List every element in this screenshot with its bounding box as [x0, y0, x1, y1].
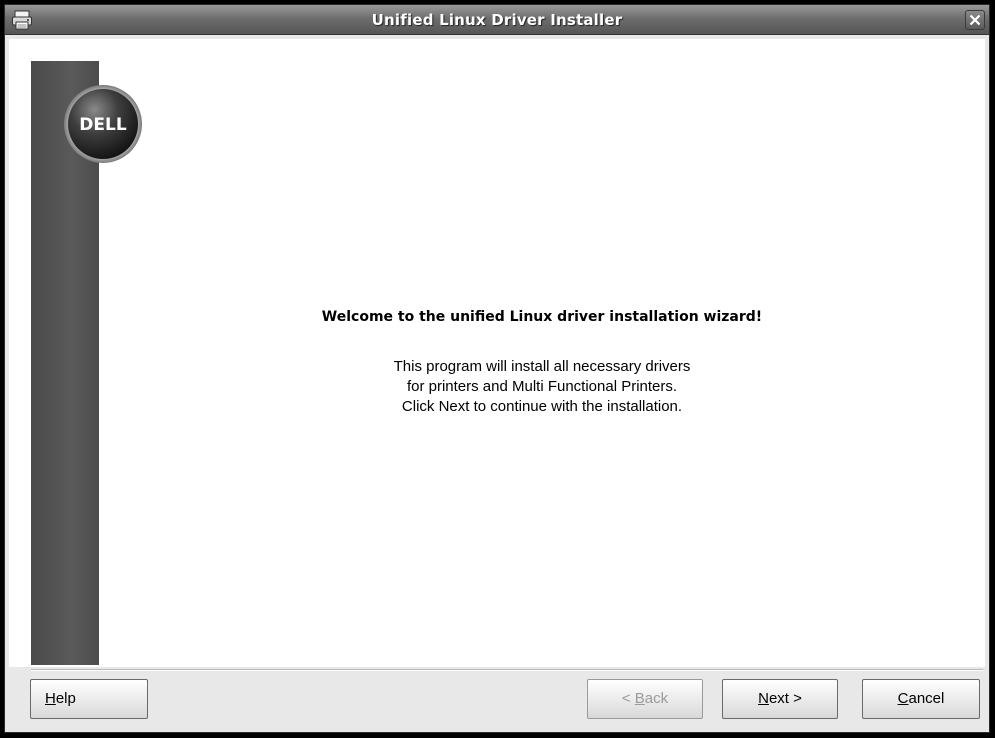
description-line: for printers and Multi Functional Printe… — [406, 378, 678, 395]
back-mnemonic: B — [634, 690, 645, 707]
wizard-panel: DELL Welcome to the unified Linux driver… — [9, 39, 985, 667]
close-button[interactable] — [965, 10, 985, 30]
window-title: Unified Linux Driver Installer — [371, 11, 623, 29]
next-button[interactable]: Next > — [722, 679, 838, 719]
help-mnemonic: H — [45, 690, 56, 707]
help-button[interactable]: Help — [30, 679, 148, 719]
back-label: ack — [644, 690, 669, 707]
button-separator — [31, 669, 983, 671]
welcome-heading: Welcome to the unified Linux driver inst… — [321, 309, 763, 325]
cancel-button[interactable]: Cancel — [862, 679, 980, 719]
back-button[interactable]: < Back — [587, 679, 703, 719]
back-prefix: < — [621, 690, 635, 707]
description-line: This program will install all necessary … — [393, 358, 691, 375]
welcome-content: Welcome to the unified Linux driver inst… — [99, 61, 985, 665]
next-mnemonic: N — [758, 690, 769, 707]
help-label: elp — [55, 690, 76, 707]
welcome-description: This program will install all necessary … — [99, 357, 985, 417]
cancel-mnemonic: C — [897, 690, 909, 707]
title-bar[interactable]: Unified Linux Driver Installer — [5, 5, 989, 35]
description-line: Click Next to continue with the installa… — [401, 398, 683, 415]
cancel-label: ancel — [908, 690, 945, 707]
next-label: ext > — [768, 690, 802, 707]
close-icon — [969, 14, 981, 26]
installer-window: Unified Linux Driver Installer DELL Welc… — [4, 4, 990, 733]
